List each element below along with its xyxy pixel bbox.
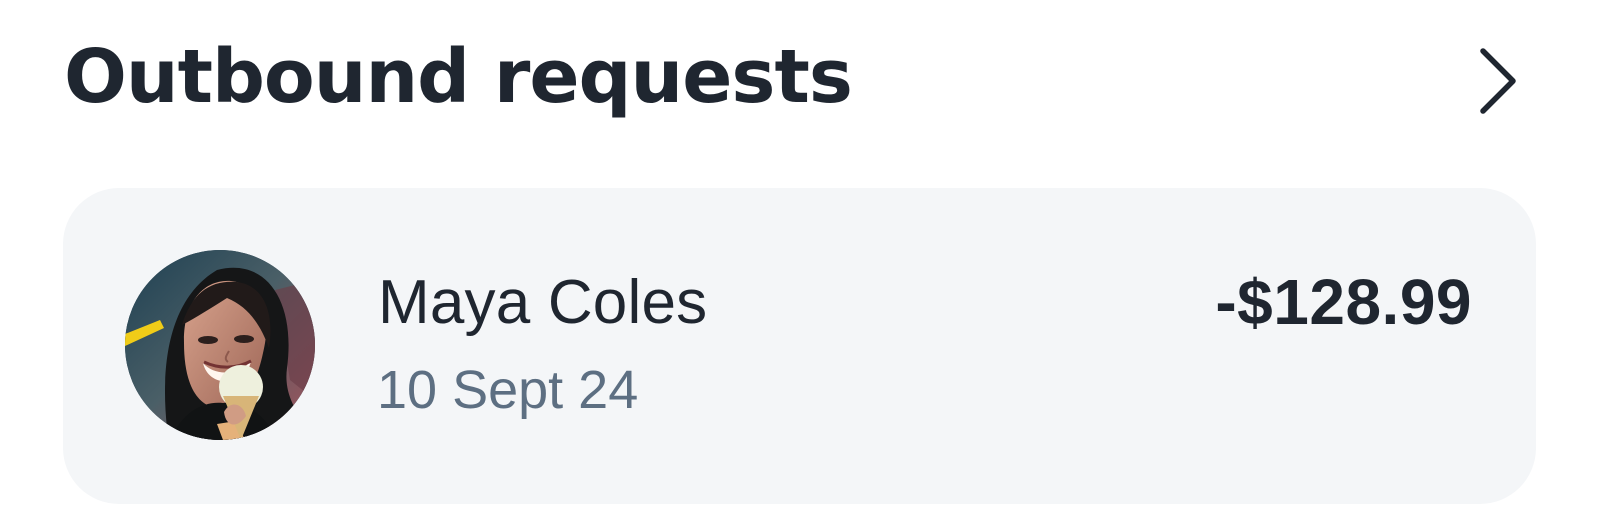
- contact-avatar: [125, 250, 315, 440]
- chevron-right-icon: [1480, 48, 1516, 114]
- request-date: 10 Sept 24: [377, 360, 639, 420]
- section-header: Outbound requests: [64, 28, 1536, 138]
- view-all-requests-button[interactable]: [1458, 42, 1536, 120]
- avatar-photo: [125, 250, 315, 440]
- contact-name: Maya Coles: [378, 268, 708, 337]
- outbound-request-card[interactable]: Maya Coles 10 Sept 24 -$128.99: [63, 188, 1536, 504]
- section-title: Outbound requests: [64, 34, 853, 120]
- request-amount: -$128.99: [1215, 266, 1472, 338]
